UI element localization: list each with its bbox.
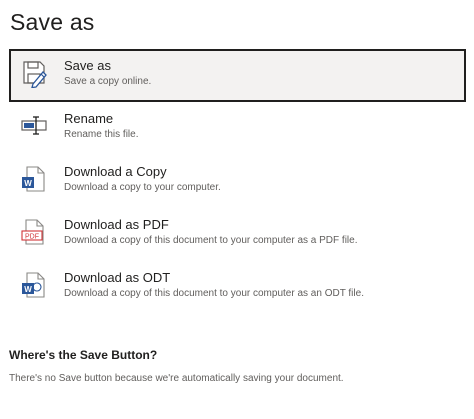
word-document-icon: W bbox=[21, 164, 47, 194]
download-pdf-label: Download as PDF bbox=[64, 217, 169, 232]
save-options-list: Save as Save a copy online. Rename Renam… bbox=[9, 49, 466, 314]
download-copy-label: Download a Copy bbox=[64, 164, 167, 179]
page-title: Save as bbox=[10, 9, 95, 35]
download-odt-option[interactable]: W Download as ODT Download a copy of thi… bbox=[9, 261, 466, 314]
download-copy-option[interactable]: W Download a Copy Download a copy to you… bbox=[9, 155, 466, 208]
odt-word-badge-text: W bbox=[24, 285, 32, 294]
save-as-option[interactable]: Save as Save a copy online. bbox=[9, 49, 466, 102]
pdf-document-icon: PDF bbox=[21, 217, 47, 247]
save-as-label: Save as bbox=[64, 58, 111, 73]
odt-document-icon: W bbox=[21, 270, 47, 300]
download-pdf-description: Download a copy of this document to your… bbox=[64, 235, 358, 246]
rename-option[interactable]: Rename Rename this file. bbox=[9, 102, 466, 155]
save-as-icon bbox=[21, 58, 47, 89]
download-odt-description: Download a copy of this document to your… bbox=[64, 288, 364, 299]
download-pdf-option[interactable]: PDF Download as PDF Download a copy of t… bbox=[9, 208, 466, 261]
rename-icon bbox=[21, 111, 47, 141]
rename-label: Rename bbox=[64, 111, 114, 126]
rename-description: Rename this file. bbox=[64, 129, 139, 140]
save-button-heading: Where's the Save Button? bbox=[9, 348, 158, 362]
download-copy-description: Download a copy to your computer. bbox=[64, 182, 221, 193]
save-button-explanation: There's no Save button because we're aut… bbox=[9, 373, 344, 384]
download-odt-label: Download as ODT bbox=[64, 270, 171, 285]
save-as-description: Save a copy online. bbox=[64, 76, 152, 87]
pdf-badge-text: PDF bbox=[25, 234, 39, 241]
word-badge-text: W bbox=[24, 179, 32, 188]
